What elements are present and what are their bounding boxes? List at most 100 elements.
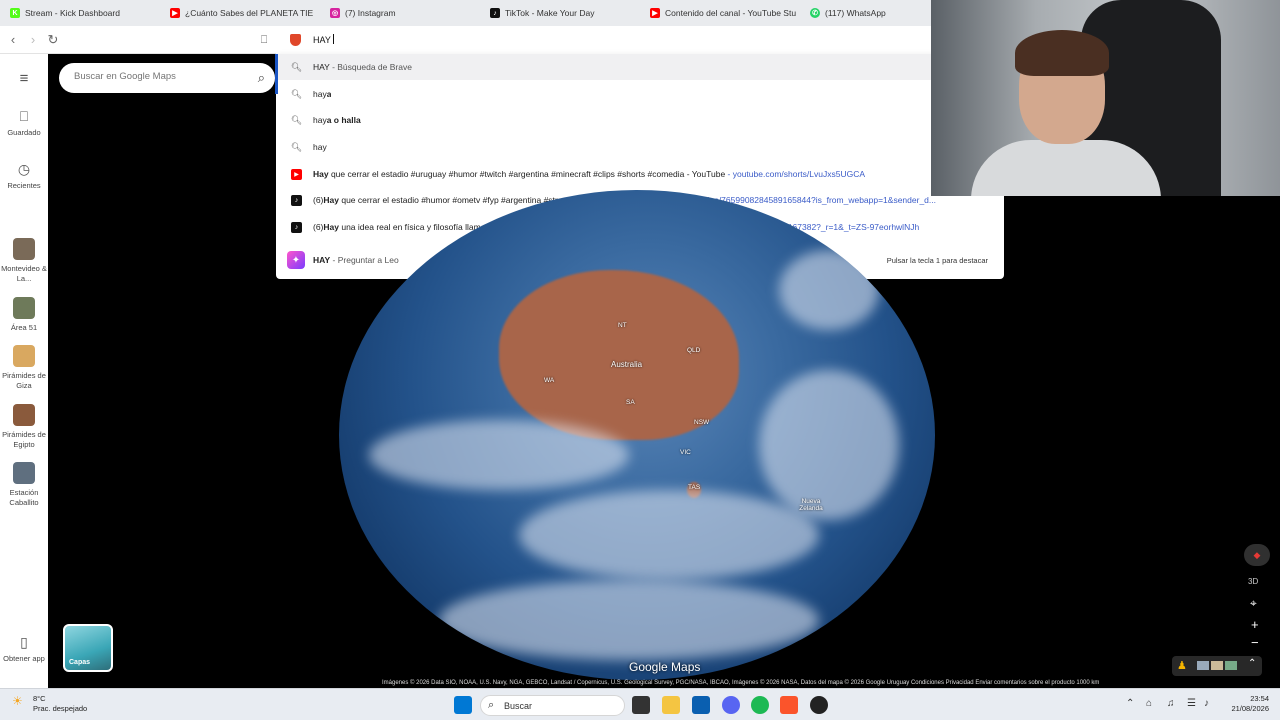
- sidebar-item-label: Recientes: [7, 181, 41, 190]
- chevron-up-icon[interactable]: ⌃: [1248, 658, 1256, 669]
- map-type-strip[interactable]: ♟ ⌃: [1172, 656, 1262, 676]
- sidebar-item-place[interactable]: Montevideo & La...: [0, 238, 48, 284]
- suggestion-item[interactable]: 🔍︎ HAY - Búsqueda de Brave: [276, 54, 1004, 80]
- weather-temp: 8°C: [33, 694, 46, 703]
- my-location-button[interactable]: ⌖: [1250, 596, 1257, 611]
- suggestion-item[interactable]: 🔍︎ hay: [276, 134, 1004, 160]
- sidebar-item-label: Guardado: [7, 128, 41, 137]
- sidebar-item-place[interactable]: Pirámides de Egipto: [0, 404, 48, 450]
- wifi-icon[interactable]: ☰: [1187, 698, 1196, 709]
- compass-button[interactable]: ◆: [1244, 544, 1270, 566]
- sidebar-item-place[interactable]: Pirámides de Giza: [0, 345, 48, 391]
- suggestion-desc: - Búsqueda de Brave: [329, 62, 412, 72]
- sidebar-item-place[interactable]: Área 51: [0, 297, 48, 333]
- address-value: HAY: [313, 35, 331, 45]
- weather-widget[interactable]: ☀ 8°C Prac. despejado: [12, 694, 87, 714]
- layers-button[interactable]: Capas: [63, 624, 113, 672]
- pegman-icon[interactable]: ♟: [1177, 659, 1187, 672]
- address-input[interactable]: HAY: [313, 34, 334, 45]
- tab-title: Contenido del canal - YouTube Stu: [665, 8, 797, 18]
- discord-icon[interactable]: [722, 696, 740, 714]
- australia-landmass: [499, 270, 739, 440]
- browser-tab-bar: K Stream - Kick Dashboard ▶ ¿Cuánto Sabes …: [0, 0, 931, 26]
- address-bar[interactable]: HAY: [276, 26, 931, 54]
- maps-search-box[interactable]: ⌕: [59, 63, 275, 93]
- cloud: [759, 370, 899, 520]
- forward-button[interactable]: ›: [24, 31, 42, 49]
- zoom-in-button[interactable]: +: [1251, 617, 1259, 632]
- clock[interactable]: 23:54 21/08/2026: [1231, 694, 1269, 714]
- taskbar-search[interactable]: ⌕ Buscar: [480, 695, 625, 716]
- search-icon[interactable]: ⌕: [258, 70, 265, 86]
- suggestion-text: Hay que cerrar el estadio #uruguay #humo…: [313, 169, 865, 179]
- suggestion-query: Hay: [323, 222, 339, 232]
- maps-sidebar: ≡ ⎕ Guardado ◷ Recientes Montevideo & La..…: [0, 54, 48, 688]
- taskbar-search-label: Buscar: [504, 701, 533, 711]
- tab-instagram[interactable]: ◎ (7) Instagram: [320, 0, 480, 26]
- map-label: QLD: [687, 347, 701, 354]
- back-button[interactable]: ‹: [4, 31, 22, 49]
- cloud: [779, 250, 879, 330]
- clock-time: 23:54: [1250, 694, 1269, 703]
- tab-tiktok[interactable]: ♪ TikTok - Make Your Day: [480, 0, 640, 26]
- text-caret: [332, 34, 334, 44]
- suggestion-prefix: hay: [313, 115, 327, 125]
- task-view-icon[interactable]: [632, 696, 650, 714]
- suggestion-prefix: hay: [313, 142, 327, 152]
- whatsapp-icon: ✆: [810, 8, 820, 18]
- windows-start-icon[interactable]: [454, 696, 472, 714]
- suggestion-item[interactable]: ▶ Hay que cerrar el estadio #uruguay #hu…: [276, 161, 1004, 187]
- person-shirt: [971, 140, 1161, 196]
- clock-date: 21/08/2026: [1231, 704, 1269, 713]
- suggestion-text: haya o halla: [313, 115, 361, 125]
- map-thumb[interactable]: [1225, 661, 1237, 670]
- reload-button[interactable]: ↻: [44, 31, 62, 49]
- suggestion-item[interactable]: 🔍︎ haya o halla: [276, 107, 1004, 133]
- search-icon: 🔍︎: [290, 88, 303, 99]
- cloud: [369, 420, 629, 490]
- weather-desc: Prac. despejado: [33, 704, 88, 713]
- bookmark-icon[interactable]: ⎕: [255, 31, 273, 49]
- suggestion-completion: a: [326, 89, 332, 99]
- network-icon[interactable]: ⌂: [1146, 698, 1152, 709]
- maps-search-input[interactable]: [74, 71, 234, 82]
- place-thumbnail: [13, 462, 35, 484]
- chevron-up-icon[interactable]: ⌃: [1126, 698, 1134, 709]
- brave-shield-icon[interactable]: [290, 34, 301, 46]
- menu-button[interactable]: ≡: [0, 71, 48, 91]
- obs-icon[interactable]: [810, 696, 828, 714]
- suggestion-prefix: (6): [313, 195, 324, 205]
- brave-icon[interactable]: [780, 696, 798, 714]
- person-hair: [1015, 30, 1109, 76]
- suggestion-prefix: hay: [313, 89, 327, 99]
- map-label: Nueva Zelanda: [799, 498, 823, 512]
- 3d-toggle[interactable]: 3D: [1248, 577, 1258, 586]
- tab-youtube-studio[interactable]: ▶ Contenido del canal - YouTube Stu: [640, 0, 800, 26]
- sidebar-item-recent[interactable]: ◷ Recientes: [0, 161, 48, 191]
- zoom-out-button[interactable]: −: [1251, 635, 1259, 650]
- tab-whatsapp[interactable]: ✆ (117) WhatsApp: [800, 0, 931, 26]
- tab-title: TikTok - Make Your Day: [505, 8, 595, 18]
- suggestion-completion: a o halla: [326, 115, 361, 125]
- map-thumb[interactable]: [1197, 661, 1209, 670]
- sidebar-item-saved[interactable]: ⎕ Guardado: [0, 108, 48, 138]
- suggestion-item[interactable]: 🔍︎ haya: [276, 81, 1004, 107]
- suggestion-text: HAY - Búsqueda de Brave: [313, 62, 412, 72]
- sidebar-item-place[interactable]: Estación Caballito: [0, 462, 48, 508]
- windows-taskbar: ☀ 8°C Prac. despejado ⌕ Buscar ⌃ ⌂ ♫ ☰ ♪ …: [0, 688, 1280, 720]
- get-app-button[interactable]: ▯ Obtener app: [0, 634, 48, 664]
- spotify-icon[interactable]: [751, 696, 769, 714]
- map-label: Australia: [611, 360, 643, 369]
- mic-icon[interactable]: ♫: [1167, 698, 1175, 709]
- place-thumbnail: [13, 297, 35, 319]
- tab-kick[interactable]: K Stream - Kick Dashboard: [0, 0, 160, 26]
- tab-youtube-planeta[interactable]: ▶ ¿Cuánto Sabes del PLANETA TIE: [160, 0, 320, 26]
- kick-icon: K: [10, 8, 20, 18]
- file-explorer-icon[interactable]: [662, 696, 680, 714]
- map-thumb[interactable]: [1211, 661, 1223, 670]
- youtube-icon: ▶: [291, 168, 302, 180]
- place-thumbnail: [13, 404, 35, 426]
- store-icon[interactable]: [692, 696, 710, 714]
- volume-icon[interactable]: ♪: [1204, 698, 1209, 709]
- satellite-globe[interactable]: NT QLD Australia WA SA NSW VIC TAS Nueva…: [339, 190, 935, 680]
